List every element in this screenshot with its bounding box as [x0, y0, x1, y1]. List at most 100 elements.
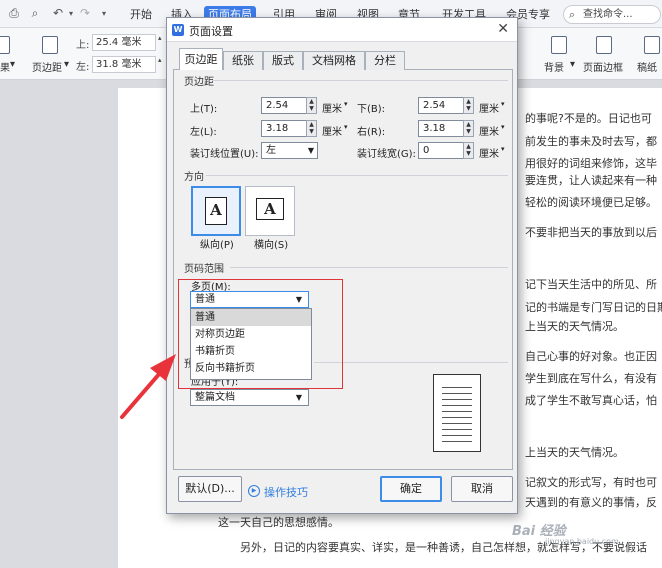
right-margin-unit[interactable]: 厘米 [479, 123, 499, 138]
margins-button-label[interactable]: 页边距 [32, 59, 62, 74]
preview-section-divider [314, 362, 508, 363]
document-line: 记叙文的形式写，有时也可 [525, 476, 657, 489]
paper-sketch-label[interactable]: 稿纸 [637, 59, 657, 74]
margins-icon[interactable] [42, 36, 58, 54]
right-margin-field-label: 右(R): [357, 127, 386, 138]
bottom-margin-spinner[interactable]: ▲ ▼ [463, 97, 474, 114]
landscape-button[interactable]: A [245, 186, 295, 236]
wps-app-icon: W [172, 24, 184, 36]
quick-access-dropdown-icon[interactable]: ▾ [97, 7, 111, 20]
preview-page-thumbnail [433, 374, 481, 452]
left-margin-unit[interactable]: 厘米 [322, 123, 342, 138]
margins-section-title: 页边距 [184, 77, 214, 88]
bottom-margin-unit[interactable]: 厘米 [479, 100, 499, 115]
document-line: 轻松的阅读环境便已足够。 [525, 196, 657, 209]
bottom-margin-field-label: 下(B): [357, 104, 386, 115]
chevron-down-icon: ▼ [307, 146, 314, 155]
gutter-width-label: 装订线宽(G): [357, 149, 416, 160]
print-icon[interactable]: ⎙ [7, 7, 21, 20]
portrait-page-icon: A [205, 197, 227, 225]
top-unit-dropdown-icon[interactable]: ▾ [344, 100, 348, 108]
close-icon[interactable]: ✕ [497, 21, 509, 37]
bottom-unit-dropdown-icon[interactable]: ▾ [501, 100, 505, 108]
background-label[interactable]: 背景 [544, 59, 564, 74]
document-line: 的事呢?不是的。日记也可 [525, 112, 652, 125]
top-margin-spinner-icon[interactable]: ▴ [158, 34, 162, 42]
apply-to-select[interactable]: 整篇文档 ▼ [190, 389, 309, 406]
document-line: 记的书端是专门写日记的日期 [525, 301, 662, 314]
top-margin-label: 上: [76, 40, 90, 51]
default-button[interactable]: 默认(D)... [178, 476, 242, 502]
undo-dropdown-icon[interactable]: ▾ [64, 7, 78, 20]
document-line: 前发生的事未及时去写，都 [525, 135, 657, 148]
tab-document-grid[interactable]: 文档网格 [303, 51, 365, 70]
document-line: 上当天的天气情况。 [525, 320, 624, 333]
document-line: 不要非把当天的事放到以后 [525, 226, 657, 239]
margins-section-divider [212, 80, 508, 81]
redo-icon[interactable]: ↷ [78, 7, 92, 20]
left-unit-dropdown-icon[interactable]: ▾ [344, 123, 348, 131]
document-line: 用很好的词组来修饰，这毕 [525, 157, 657, 170]
right-margin-spinner[interactable]: ▲ ▼ [463, 120, 474, 137]
tab-paper[interactable]: 纸张 [223, 51, 263, 70]
left-margin-input[interactable]: 31.8 毫米 [92, 56, 156, 73]
document-line: 上当天的天气情况。 [525, 446, 624, 459]
search-icon: ⌕ [569, 8, 576, 21]
orientation-section-divider [206, 175, 508, 176]
cancel-button[interactable]: 取消 [451, 476, 513, 502]
left-stub-dropdown-icon[interactable]: ▾ [10, 59, 15, 70]
document-line-bottom-1: 这一天自己的思想感情。 [218, 516, 339, 529]
paper-sketch-icon[interactable] [644, 36, 660, 54]
background-icon[interactable] [551, 36, 567, 54]
left-margin-label: 左: [76, 62, 90, 73]
dialog-tab-bar: 页边距 纸张 版式 文档网格 分栏 [173, 48, 513, 71]
apply-to-value: 整篇文档 [195, 392, 235, 403]
landscape-page-icon: A [256, 198, 284, 220]
command-search[interactable]: ⌕ 查找命令... [563, 5, 661, 24]
page-border-label[interactable]: 页面边框 [583, 59, 623, 74]
gutter-position-value: 左 [266, 145, 276, 156]
ok-button[interactable]: 确定 [380, 476, 442, 502]
play-icon: ▶ [248, 485, 260, 497]
tips-link[interactable]: 操作技巧 [264, 484, 308, 500]
top-margin-unit[interactable]: 厘米 [322, 100, 342, 115]
left-margin-spinner-icon[interactable]: ▴ [158, 56, 162, 64]
portrait-label: 纵向(P) [200, 240, 234, 251]
page-range-section-title: 页码范围 [184, 264, 224, 275]
document-line: 要连贯，让人读起来有一种 [525, 174, 657, 187]
tab-home[interactable]: 开始 [126, 6, 156, 23]
tab-columns[interactable]: 分栏 [365, 51, 405, 70]
document-line: 学生到底在写什么，有没有 [525, 372, 657, 385]
tab-layout[interactable]: 版式 [263, 51, 303, 70]
margins-dropdown-icon[interactable]: ▾ [64, 59, 69, 70]
tab-margins[interactable]: 页边距 [179, 48, 223, 71]
gutter-position-label: 装订线位置(U): [190, 149, 259, 160]
document-line: 自己心事的好对象。也正因 [525, 350, 657, 363]
right-unit-dropdown-icon[interactable]: ▾ [501, 123, 505, 131]
page-range-section-divider [230, 267, 508, 268]
gutter-width-spinner[interactable]: ▲ ▼ [463, 142, 474, 159]
top-margin-input[interactable]: 25.4 毫米 [92, 34, 156, 51]
dialog-title: 页面设置 [189, 25, 233, 38]
command-search-label: 查找命令... [583, 9, 633, 20]
landscape-label: 横向(S) [254, 240, 289, 251]
left-stub-label: 果 [0, 63, 10, 74]
dialog-title-bar[interactable]: W 页面设置 ✕ [167, 18, 517, 42]
gutter-width-unit[interactable]: 厘米 [479, 145, 499, 160]
undo-icon[interactable]: ↶ [51, 7, 65, 20]
background-dropdown-icon[interactable]: ▾ [570, 59, 575, 70]
document-line: 天遇到的有意义的事情，反 [525, 496, 657, 509]
gutter-unit-dropdown-icon[interactable]: ▾ [501, 145, 505, 153]
gutter-position-select[interactable]: 左 ▼ [261, 142, 318, 159]
orientation-icon[interactable] [0, 36, 10, 54]
top-margin-field-label: 上(T): [190, 104, 218, 115]
top-margin-spinner[interactable]: ▲ ▼ [306, 97, 317, 114]
portrait-button[interactable]: A [191, 186, 241, 236]
baidu-watermark-url: jingyan.baidu.com [545, 537, 619, 546]
left-margin-spinner[interactable]: ▲ ▼ [306, 120, 317, 137]
highlight-box [178, 279, 343, 389]
document-line: 成了学生不敢写真心话，怕 [525, 394, 657, 407]
orientation-section-title: 方向 [184, 172, 204, 183]
print-preview-icon[interactable]: ⌕ [28, 7, 42, 20]
page-border-icon[interactable] [596, 36, 612, 54]
